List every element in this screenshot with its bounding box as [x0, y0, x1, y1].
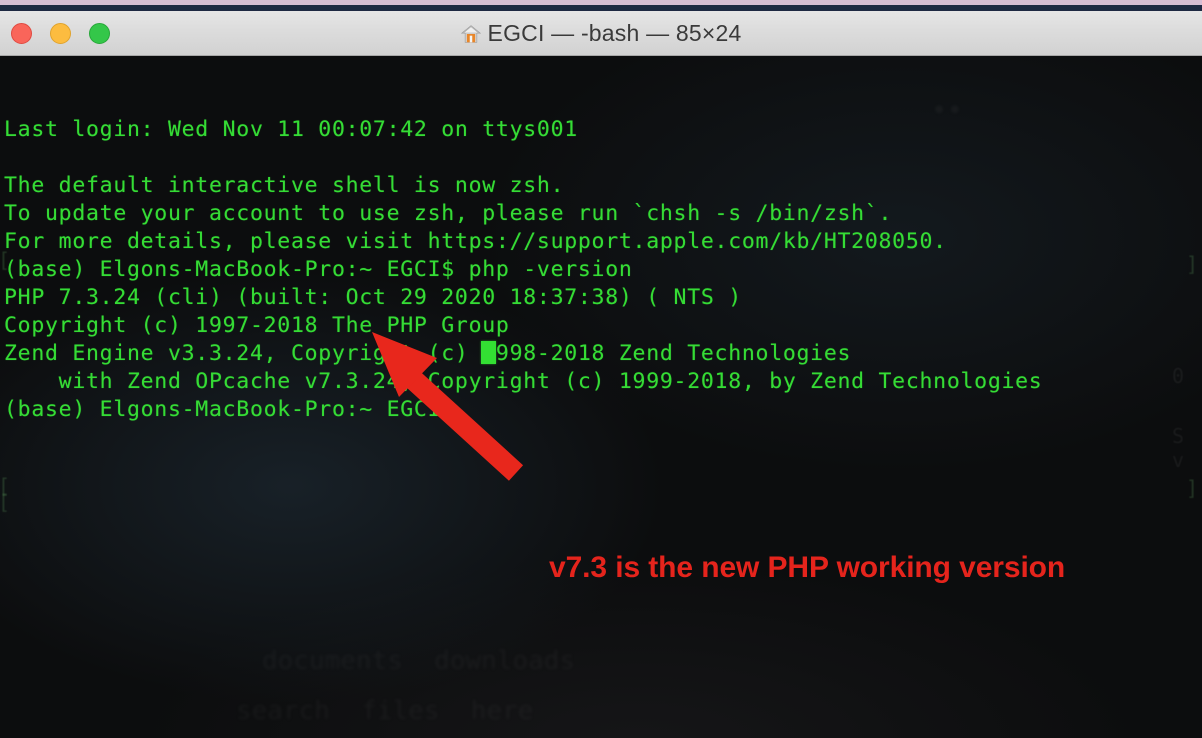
- ghost-artifact: [: [0, 490, 10, 514]
- window-title-group: EGCI — -bash — 85×24: [0, 11, 1202, 56]
- terminal-line: Last login: Wed Nov 11 00:07:42 on ttys0…: [4, 117, 578, 142]
- window-title-text: EGCI — -bash — 85×24: [487, 20, 742, 46]
- terminal-line: (base) Elgons-MacBook-Pro:~ EGCI$: [4, 397, 469, 422]
- terminal-cursor: [481, 341, 496, 364]
- terminal-line: with Zend OPcache v7.3.24, Copyright (c)…: [4, 369, 1043, 394]
- ghost-artifact: search files here: [236, 696, 534, 726]
- ghost-artifact: v: [1172, 448, 1185, 472]
- ghost-artifact: 0: [1172, 364, 1185, 388]
- ghost-artifact: S: [1172, 424, 1185, 448]
- terminal-content[interactable]: ] ] [ [ [ 0 S v search files here docume…: [0, 56, 1202, 738]
- terminal-line: Zend Engine v3.3.24, Copyright (c) 1998-…: [4, 341, 852, 366]
- home-icon: [460, 24, 481, 43]
- ghost-artifact: [: [0, 474, 10, 498]
- terminal-line: (base) Elgons-MacBook-Pro:~ EGCI$ php -v…: [4, 257, 633, 282]
- zoom-button[interactable]: [89, 23, 110, 44]
- terminal-line: Copyright (c) 1997-2018 The PHP Group: [4, 313, 510, 338]
- terminal-line: PHP 7.3.24 (cli) (built: Oct 29 2020 18:…: [4, 285, 742, 310]
- terminal-line: The default interactive shell is now zsh…: [4, 173, 565, 198]
- annotation-caption: v7.3 is the new PHP working version: [549, 551, 1066, 584]
- close-button[interactable]: [11, 23, 32, 44]
- ghost-artifact: ]: [1186, 476, 1199, 500]
- ghost-artifact: documents downloads: [262, 646, 576, 676]
- terminal-line: To update your account to use zsh, pleas…: [4, 201, 893, 226]
- ghost-artifact: ••: [900, 96, 963, 126]
- terminal-line: For more details, please visit https://s…: [4, 229, 947, 254]
- ghost-artifact: ]: [1186, 252, 1199, 276]
- window-titlebar[interactable]: EGCI — -bash — 85×24: [0, 11, 1202, 56]
- screen: EGCI — -bash — 85×24 ] ] [ [ [ 0 S v sea…: [0, 0, 1202, 738]
- minimize-button[interactable]: [50, 23, 71, 44]
